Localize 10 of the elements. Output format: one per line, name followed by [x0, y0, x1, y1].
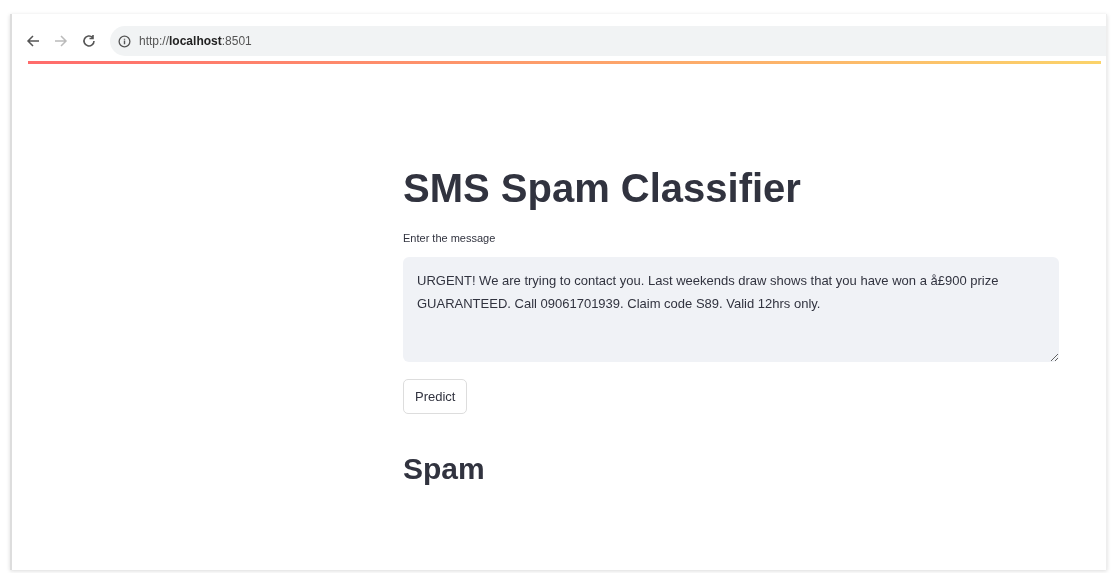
info-icon[interactable] — [118, 34, 131, 48]
url-text: http://localhost:8501 — [139, 34, 252, 48]
input-label: Enter the message — [403, 232, 496, 244]
message-text-area[interactable]: URGENT! We are trying to contact you. Last weekends draw shows that you have won a å£900 prize GUARANTEED. Call 09061701939. Claim code S89. Valid 12hrs only. — [403, 257, 1059, 362]
predict-button[interactable]: Predict — [403, 379, 468, 414]
address-bar[interactable]: http://localhost:8501 — [110, 26, 1106, 56]
app-title: SMS Spam Classifier — [403, 165, 801, 212]
back-icon[interactable] — [26, 34, 40, 48]
reload-icon[interactable] — [82, 34, 96, 48]
result-heading: Spam — [403, 452, 485, 486]
